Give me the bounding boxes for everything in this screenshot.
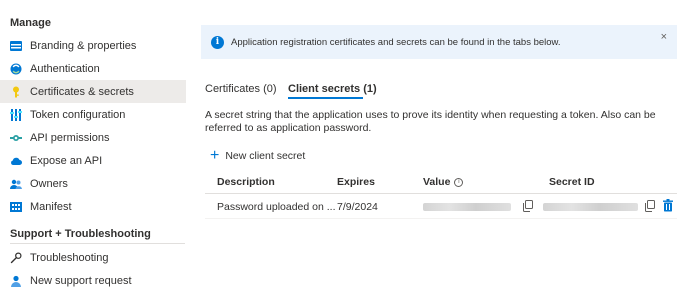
- client-secrets-description: A secret string that the application use…: [205, 109, 656, 134]
- sidebar-item-label: New support request: [30, 274, 132, 287]
- secret-description: Password uploaded on ...: [217, 201, 336, 213]
- manifest-icon: [10, 201, 22, 213]
- sidebar-item-label: Owners: [30, 177, 68, 190]
- sidebar-item-label: API permissions: [30, 131, 110, 144]
- sidebar-item-token-configuration[interactable]: Token configuration: [0, 103, 186, 126]
- secret-expires: 7/9/2024: [337, 201, 378, 213]
- sidebar-item-branding[interactable]: Branding & properties: [0, 34, 186, 57]
- info-banner: i Application registration certificates …: [201, 25, 677, 59]
- column-header-value[interactable]: Value i: [423, 176, 464, 188]
- column-header-secret-id[interactable]: Secret ID: [549, 176, 595, 188]
- secret-id-redacted: [543, 203, 638, 211]
- sidebar-item-label: Branding & properties: [30, 39, 137, 52]
- owners-icon: [10, 178, 22, 190]
- wrench-icon: [10, 252, 22, 264]
- tab-certificates[interactable]: Certificates (0): [205, 83, 277, 99]
- sidebar-item-owners[interactable]: Owners: [0, 172, 186, 195]
- plus-icon: +: [210, 147, 220, 164]
- new-client-secret-button[interactable]: + New client secret: [210, 147, 306, 164]
- sidebar-item-authentication[interactable]: Authentication: [0, 57, 186, 80]
- sidebar-item-label: Manifest: [30, 200, 72, 213]
- section-title-manage: Manage: [10, 17, 51, 29]
- column-header-expires[interactable]: Expires: [337, 176, 375, 188]
- active-tab-indicator: [288, 97, 363, 99]
- new-client-secret-label: New client secret: [225, 150, 306, 162]
- sidebar-item-label: Expose an API: [30, 154, 103, 167]
- sidebar-item-new-support-request[interactable]: New support request: [0, 269, 186, 292]
- table-header-divider: [205, 193, 677, 194]
- column-header-description[interactable]: Description: [217, 176, 275, 188]
- info-icon: i: [211, 35, 224, 49]
- sidebar-item-api-permissions[interactable]: API permissions: [0, 126, 186, 149]
- sidebar-item-certificates-secrets[interactable]: Certificates & secrets: [0, 80, 186, 103]
- sidebar-item-troubleshooting[interactable]: Troubleshooting: [0, 246, 186, 269]
- copy-secret-id-icon[interactable]: [644, 200, 656, 212]
- sidebar-item-label: Troubleshooting: [30, 251, 109, 264]
- api-permissions-icon: [10, 132, 22, 144]
- sidebar-item-expose-an-api[interactable]: Expose an API: [0, 149, 186, 172]
- token-icon: [10, 108, 22, 121]
- delete-icon[interactable]: [662, 199, 674, 212]
- info-icon[interactable]: i: [454, 177, 464, 187]
- support-person-icon: [10, 275, 22, 287]
- sidebar: Manage Branding & properties Authenticat…: [0, 0, 186, 299]
- secret-value-redacted: [423, 203, 511, 211]
- sidebar-item-label: Certificates & secrets: [30, 85, 134, 98]
- section-title-support: Support + Troubleshooting: [10, 228, 151, 240]
- key-icon: [10, 86, 22, 98]
- table-row-divider: [205, 218, 677, 219]
- sidebar-item-label: Token configuration: [30, 108, 126, 121]
- section-divider: [10, 243, 185, 244]
- cloud-icon: [10, 155, 22, 167]
- close-icon[interactable]: ×: [661, 31, 667, 43]
- branding-icon: [10, 40, 22, 52]
- banner-message: Application registration certificates an…: [231, 36, 561, 48]
- copy-value-icon[interactable]: [522, 200, 534, 212]
- sidebar-item-manifest[interactable]: Manifest: [0, 195, 186, 218]
- sidebar-item-label: Authentication: [30, 62, 100, 75]
- authentication-icon: [10, 63, 22, 75]
